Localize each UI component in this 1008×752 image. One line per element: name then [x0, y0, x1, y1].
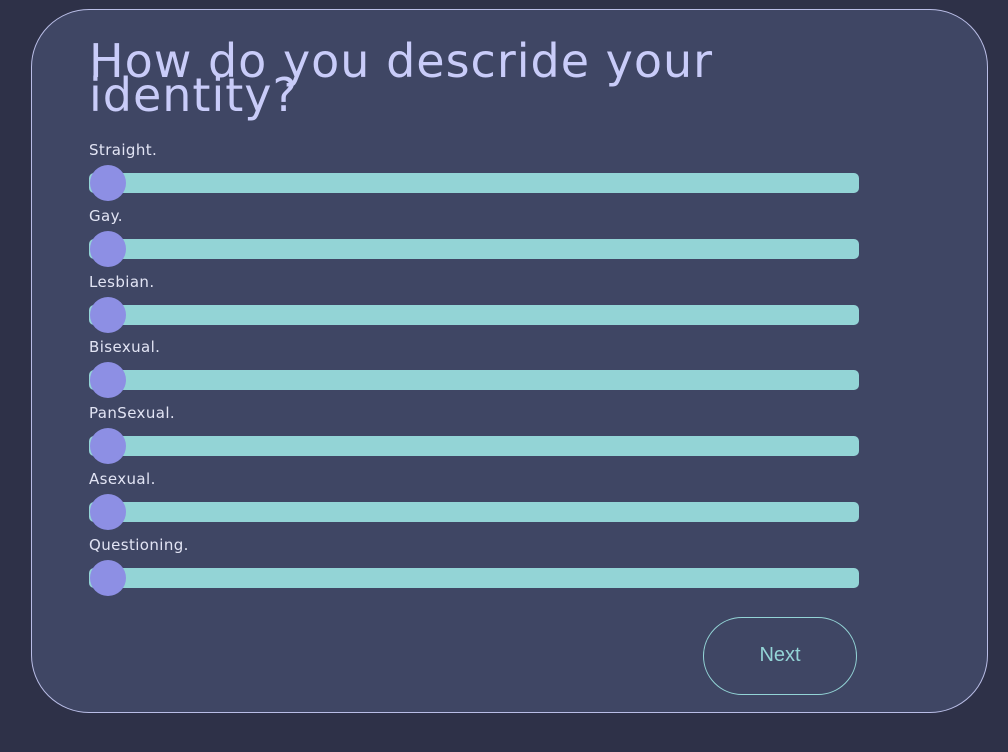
question-title: How do you descride your identity? — [89, 34, 714, 122]
option-gay: Gay. — [89, 207, 859, 267]
option-lesbian: Lesbian. — [89, 273, 859, 333]
option-asexual: Asexual. — [89, 470, 859, 530]
straight-slider-track[interactable] — [89, 165, 859, 201]
lesbian-slider-thumb[interactable] — [90, 297, 126, 333]
next-button[interactable]: Next — [703, 617, 857, 695]
option-label: Straight. — [89, 141, 158, 159]
lesbian-slider-track[interactable] — [89, 297, 859, 333]
option-label: Questioning. — [89, 536, 189, 554]
option-label: PanSexual. — [89, 404, 176, 422]
option-label: Asexual. — [89, 470, 156, 488]
pansexual-slider-thumb[interactable] — [90, 428, 126, 464]
bisexual-slider-track[interactable] — [89, 362, 859, 398]
pansexual-slider-track[interactable] — [89, 428, 859, 464]
option-label: Bisexual. — [89, 338, 161, 356]
gay-slider-track[interactable] — [89, 231, 859, 267]
questioning-slider-thumb[interactable] — [90, 560, 126, 596]
bisexual-slider-thumb[interactable] — [90, 362, 126, 398]
question-card: How do you descride your identity? Strai… — [31, 9, 988, 713]
questioning-slider-track[interactable] — [89, 560, 859, 596]
gay-slider-thumb[interactable] — [90, 231, 126, 267]
asexual-slider-thumb[interactable] — [90, 494, 126, 530]
option-straight: Straight. — [89, 141, 859, 201]
option-bisexual: Bisexual. — [89, 338, 859, 398]
option-label: Gay. — [89, 207, 123, 225]
straight-slider-thumb[interactable] — [90, 165, 126, 201]
option-label: Lesbian. — [89, 273, 155, 291]
option-questioning: Questioning. — [89, 536, 859, 596]
asexual-slider-track[interactable] — [89, 494, 859, 530]
option-pansexual: PanSexual. — [89, 404, 859, 464]
